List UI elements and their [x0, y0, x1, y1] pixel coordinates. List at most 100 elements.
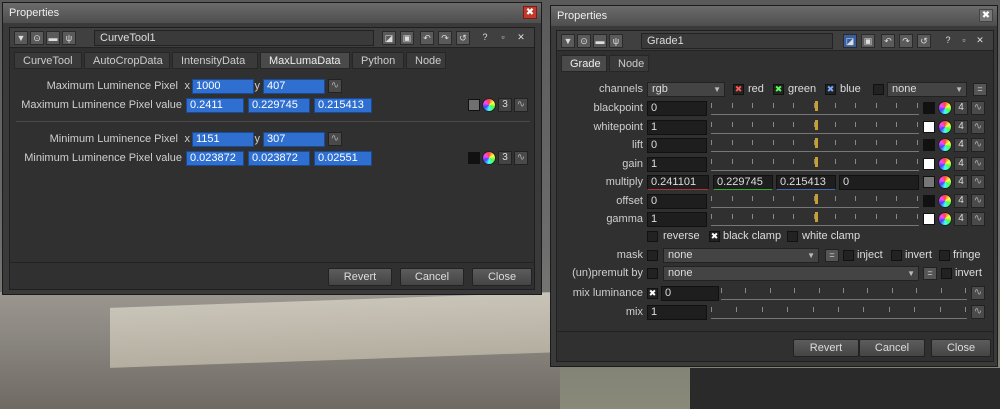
- offset-slider[interactable]: [711, 193, 919, 208]
- gain-color-swatch[interactable]: [923, 157, 935, 170]
- alpha-checkbox[interactable]: [873, 84, 884, 95]
- close-panel-icon[interactable]: ✕: [973, 34, 987, 48]
- whitepoint-input[interactable]: 1: [647, 119, 707, 135]
- lift-input[interactable]: 0: [647, 138, 707, 153]
- min-value-r[interactable]: 0.023872: [186, 151, 244, 166]
- tab-intensitydata[interactable]: IntensityData: [172, 52, 258, 69]
- lift-slider[interactable]: [711, 138, 919, 152]
- blackpoint-channel-count[interactable]: 4: [954, 101, 968, 115]
- whitepoint-channel-count[interactable]: 4: [954, 119, 968, 134]
- tab-maxlumadata[interactable]: MaxLumaData: [260, 52, 350, 69]
- multiply-channel-count[interactable]: 4: [954, 175, 968, 189]
- tab-python[interactable]: Python: [352, 52, 404, 69]
- left-node-name[interactable]: CurveTool1: [94, 30, 374, 46]
- whitepoint-curve-icon[interactable]: ∿: [971, 119, 985, 134]
- alpha-channel-select[interactable]: none ▼: [887, 82, 967, 97]
- lift-channel-count[interactable]: 4: [954, 138, 968, 152]
- offset-color-wheel-icon[interactable]: [938, 193, 952, 208]
- max-value-g[interactable]: 0.229745: [248, 98, 310, 113]
- whitepoint-slider[interactable]: [711, 119, 919, 134]
- fringe-checkbox[interactable]: [939, 250, 950, 261]
- min-x-input[interactable]: 1151: [192, 132, 254, 147]
- invert-checkbox[interactable]: [891, 250, 902, 261]
- min-pixel-curve-icon[interactable]: ∿: [328, 132, 342, 146]
- gamma-color-swatch[interactable]: [923, 213, 935, 225]
- mix-input[interactable]: 1: [647, 305, 707, 320]
- max-x-input[interactable]: 1000: [192, 79, 254, 94]
- gain-slider-handle[interactable]: [815, 156, 818, 167]
- close-panel-icon[interactable]: ✕: [514, 31, 528, 45]
- max-pixel-curve-icon[interactable]: ∿: [328, 79, 342, 93]
- multiply-color-swatch[interactable]: [923, 176, 935, 188]
- right-close-icon[interactable]: ✖: [979, 9, 993, 22]
- gamma-slider[interactable]: [711, 212, 919, 226]
- white-clamp-checkbox[interactable]: [787, 231, 798, 242]
- min-value-g[interactable]: 0.023872: [248, 151, 310, 166]
- gain-color-wheel-icon[interactable]: [938, 156, 952, 171]
- multiply-b-input[interactable]: 0.215413: [776, 175, 836, 190]
- mask-checkbox[interactable]: [647, 250, 658, 261]
- blackpoint-color-swatch[interactable]: [923, 102, 935, 114]
- max-y-input[interactable]: 407: [263, 79, 325, 94]
- node-color-icon[interactable]: ◪: [843, 34, 857, 48]
- right-revert-button[interactable]: Revert: [793, 339, 859, 357]
- black-clamp-checkbox[interactable]: ✖: [709, 231, 720, 242]
- settings-icon[interactable]: ψ: [62, 31, 76, 45]
- input-icon[interactable]: ▬: [593, 34, 607, 48]
- mix-luminance-checkbox[interactable]: ✖: [647, 288, 658, 299]
- blackpoint-input[interactable]: 0: [647, 101, 707, 116]
- premult-invert-checkbox[interactable]: [941, 268, 952, 279]
- right-close-button[interactable]: Close: [931, 339, 991, 357]
- offset-slider-handle[interactable]: [815, 193, 818, 204]
- gamma-channel-count[interactable]: 4: [954, 212, 968, 226]
- whitepoint-color-swatch[interactable]: [923, 120, 935, 133]
- offset-color-swatch[interactable]: [923, 194, 935, 207]
- collapse-icon[interactable]: ▼: [14, 31, 28, 45]
- mix-slider[interactable]: [711, 305, 967, 319]
- gamma-input[interactable]: 1: [647, 212, 707, 227]
- min-color-swatch[interactable]: [468, 152, 480, 164]
- undo-icon[interactable]: ↶: [420, 31, 434, 45]
- reset-icon[interactable]: ↺: [456, 31, 470, 45]
- premult-checkbox[interactable]: [647, 268, 658, 279]
- multiply-curve-icon[interactable]: ∿: [971, 175, 985, 189]
- mix-luminance-slider[interactable]: [721, 286, 967, 300]
- inject-checkbox[interactable]: [843, 250, 854, 261]
- mix-luminance-curve-icon[interactable]: ∿: [971, 286, 985, 300]
- left-cancel-button[interactable]: Cancel: [400, 268, 464, 286]
- left-close-button[interactable]: Close: [472, 268, 532, 286]
- tab-node[interactable]: Node: [609, 55, 649, 72]
- lift-slider-handle[interactable]: [815, 138, 818, 148]
- tab-node[interactable]: Node: [406, 52, 446, 69]
- blackpoint-color-wheel-icon[interactable]: [938, 101, 952, 115]
- channels-select[interactable]: rgb ▼: [647, 82, 725, 97]
- blackpoint-slider-handle[interactable]: [815, 101, 818, 111]
- gain-curve-icon[interactable]: ∿: [971, 156, 985, 171]
- multiply-color-wheel-icon[interactable]: [938, 175, 952, 189]
- right-cancel-button[interactable]: Cancel: [859, 339, 925, 357]
- multiply-a-input[interactable]: 0: [839, 175, 919, 190]
- mix-curve-icon[interactable]: ∿: [971, 305, 985, 319]
- gain-channel-count[interactable]: 4: [954, 156, 968, 171]
- help-icon[interactable]: ?: [941, 34, 955, 48]
- right-node-name[interactable]: Grade1: [641, 33, 833, 49]
- node-lock-icon[interactable]: ▣: [861, 34, 875, 48]
- center-icon[interactable]: ⊙: [30, 31, 44, 45]
- node-color-icon[interactable]: ◪: [382, 31, 396, 45]
- gain-input[interactable]: 1: [647, 156, 707, 172]
- blue-checkbox[interactable]: ✖: [825, 84, 836, 95]
- undo-icon[interactable]: ↶: [881, 34, 895, 48]
- mix-luminance-input[interactable]: 0: [661, 286, 719, 301]
- offset-curve-icon[interactable]: ∿: [971, 193, 985, 208]
- mask-link-icon[interactable]: =: [825, 249, 839, 262]
- lift-color-wheel-icon[interactable]: [938, 138, 952, 152]
- green-checkbox[interactable]: ✖: [773, 84, 784, 95]
- gamma-color-wheel-icon[interactable]: [938, 212, 952, 226]
- tab-curvetool[interactable]: CurveTool: [14, 52, 82, 69]
- whitepoint-color-wheel-icon[interactable]: [938, 119, 952, 134]
- premult-select[interactable]: none ▼: [663, 266, 919, 281]
- min-y-input[interactable]: 307: [263, 132, 325, 147]
- multiply-input[interactable]: 0.241101: [647, 175, 709, 190]
- center-icon[interactable]: ⊙: [577, 34, 591, 48]
- lift-curve-icon[interactable]: ∿: [971, 138, 985, 152]
